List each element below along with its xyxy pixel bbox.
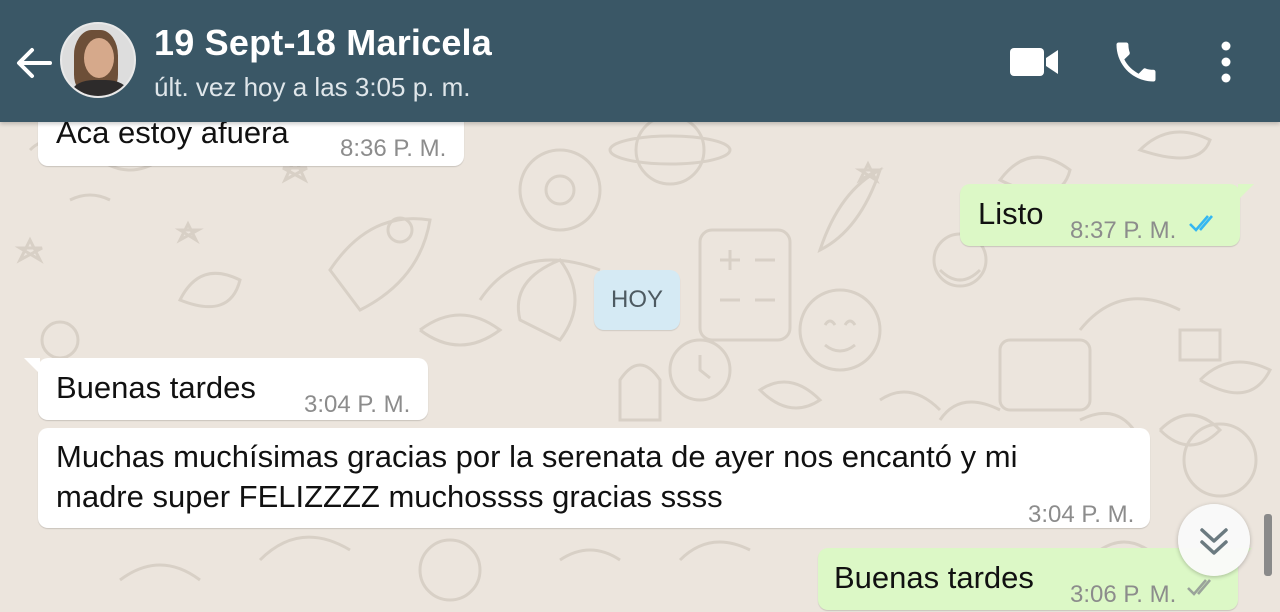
last-seen-status: últ. vez hoy a las 3:05 p. m. bbox=[154, 72, 471, 102]
video-call-button[interactable] bbox=[1004, 38, 1064, 86]
arrow-left-icon bbox=[17, 48, 52, 78]
scrollbar-thumb[interactable] bbox=[1264, 514, 1272, 576]
bubble-tail bbox=[24, 358, 40, 374]
more-vertical-icon bbox=[1221, 41, 1231, 83]
message-text: Listo bbox=[978, 196, 1044, 231]
back-button[interactable] bbox=[10, 38, 60, 88]
message-time: 3:04 P. M. bbox=[1028, 501, 1135, 528]
bubble-tail bbox=[1238, 184, 1254, 200]
avatar-shirt bbox=[72, 80, 128, 96]
video-camera-icon bbox=[1010, 48, 1058, 76]
message-text-line: madre super FELIZZZZ muchossss gracias s… bbox=[56, 479, 723, 514]
day-divider: HOY bbox=[594, 270, 680, 330]
message-incoming[interactable]: Muchas muchísimas gracias por la serenat… bbox=[38, 428, 1150, 528]
message-outgoing[interactable]: Listo 8:37 P. M. bbox=[960, 184, 1254, 246]
message-time: 3:04 P. M. bbox=[304, 391, 411, 418]
scroll-to-bottom-button[interactable] bbox=[1178, 504, 1250, 576]
read-double-check-icon bbox=[1189, 215, 1213, 232]
message-text: Buenas tardes bbox=[56, 370, 256, 405]
delivered-double-check-icon bbox=[1187, 579, 1211, 596]
message-time: 3:06 P. M. bbox=[1070, 581, 1177, 608]
avatar-face bbox=[84, 38, 114, 78]
message-outgoing[interactable]: Buenas tardes 3:06 P. M. bbox=[818, 548, 1252, 610]
message-time: 8:36 P. M. bbox=[340, 135, 447, 162]
message-text-line: Muchas muchísimas gracias por la serenat… bbox=[56, 439, 1018, 474]
message-time: 8:37 P. M. bbox=[1070, 217, 1177, 244]
message-incoming[interactable]: Buenas tardes 3:04 P. M. bbox=[24, 358, 428, 420]
double-chevron-down-icon bbox=[1200, 528, 1228, 555]
contact-avatar[interactable] bbox=[60, 22, 136, 98]
more-options-button[interactable] bbox=[1208, 36, 1244, 88]
chat-header: 19 Sept-18 Maricela últ. vez hoy a las 3… bbox=[0, 0, 1280, 122]
message-text: Buenas tardes bbox=[834, 560, 1034, 595]
contact-name[interactable]: 19 Sept-18 Maricela bbox=[154, 22, 492, 64]
phone-icon bbox=[1116, 42, 1156, 82]
voice-call-button[interactable] bbox=[1110, 36, 1162, 88]
